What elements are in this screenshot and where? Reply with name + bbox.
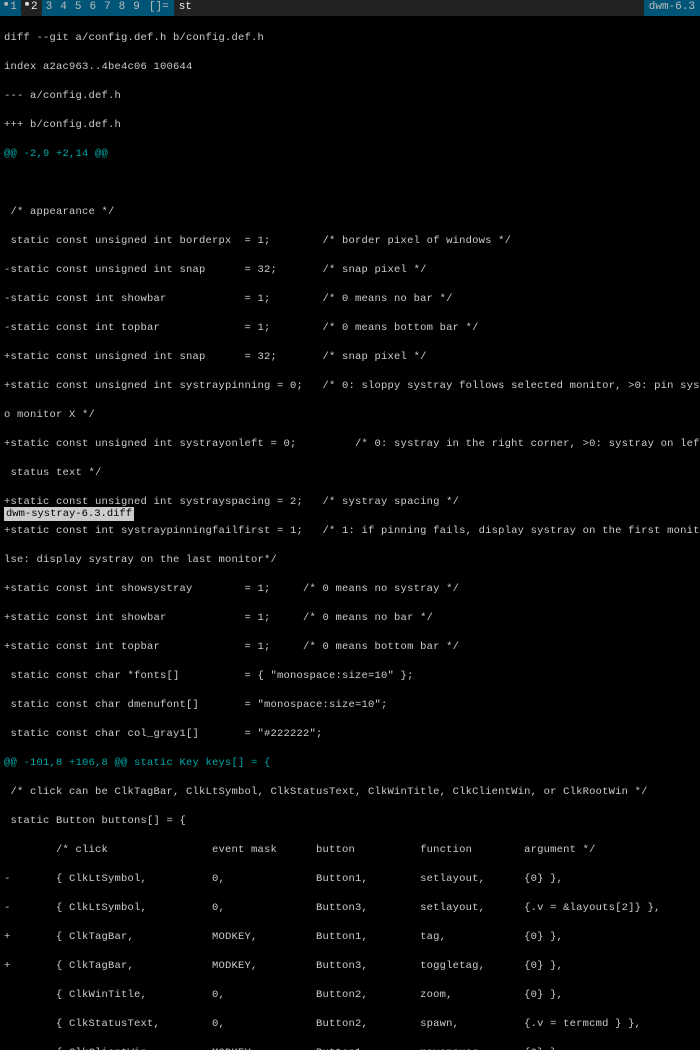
diff-hunk: @@ -2,9 +2,14 @@ bbox=[4, 147, 696, 162]
diff-add-line: +static const int systraypinningfailfirs… bbox=[4, 524, 696, 539]
tag-6[interactable]: 6 bbox=[85, 0, 100, 16]
diff-line: static const char col_gray1[] = "#222222… bbox=[4, 727, 696, 742]
diff-add-line: + { ClkTagBar, MODKEY, Button1, tag, {0}… bbox=[4, 930, 696, 945]
diff-hunk: @@ -101,8 +106,8 @@ static Key keys[] = … bbox=[4, 756, 696, 771]
pager-filename: dwm-systray-6.3.diff bbox=[4, 507, 134, 521]
tag-1[interactable]: ■1 bbox=[0, 0, 21, 16]
diff-line: index a2ac963..4be4c06 100644 bbox=[4, 60, 696, 75]
diff-line: { ClkClientWin, MODKEY, Button1, movemou… bbox=[4, 1046, 696, 1050]
tag-5[interactable]: 5 bbox=[71, 0, 86, 16]
diff-line: /* click can be ClkTagBar, ClkLtSymbol, … bbox=[4, 785, 696, 800]
diff-add-line: + { ClkTagBar, MODKEY, Button3, toggleta… bbox=[4, 959, 696, 974]
tag-3[interactable]: 3 bbox=[42, 0, 57, 16]
statusbar: ■1 ■2 3 4 5 6 7 8 9 []= st dwm-6.3 bbox=[0, 0, 700, 16]
diff-add-line: +static const unsigned int systrayonleft… bbox=[4, 437, 696, 452]
diff-line: { ClkStatusText, 0, Button2, spawn, {.v … bbox=[4, 1017, 696, 1032]
tag-7[interactable]: 7 bbox=[100, 0, 115, 16]
diff-line: static const char dmenufont[] = "monospa… bbox=[4, 698, 696, 713]
layout-symbol[interactable]: []= bbox=[144, 0, 174, 15]
diff-del-line: - { ClkLtSymbol, 0, Button1, setlayout, … bbox=[4, 872, 696, 887]
diff-add-line: +static const unsigned int snap = 32; /*… bbox=[4, 350, 696, 365]
tag-4[interactable]: 4 bbox=[56, 0, 71, 16]
diff-line: static const char *fonts[] = { "monospac… bbox=[4, 669, 696, 684]
diff-del-line: - { ClkLtSymbol, 0, Button3, setlayout, … bbox=[4, 901, 696, 916]
terminal-output: diff --git a/config.def.h b/config.def.h… bbox=[0, 16, 700, 1050]
diff-line bbox=[4, 176, 696, 191]
wm-name: dwm-6.3 bbox=[644, 0, 700, 15]
diff-add-line: status text */ bbox=[4, 466, 696, 481]
diff-del-line: -static const int topbar = 1; /* 0 means… bbox=[4, 321, 696, 336]
diff-add-line: o monitor X */ bbox=[4, 408, 696, 423]
diff-del-line: -static const int showbar = 1; /* 0 mean… bbox=[4, 292, 696, 307]
diff-line: /* appearance */ bbox=[4, 205, 696, 220]
diff-line: /* click event mask button function argu… bbox=[4, 843, 696, 858]
diff-line: --- a/config.def.h bbox=[4, 89, 696, 104]
tag-8[interactable]: 8 bbox=[115, 0, 130, 16]
diff-line: { ClkWinTitle, 0, Button2, zoom, {0} }, bbox=[4, 988, 696, 1003]
diff-add-line: lse: display systray on the last monitor… bbox=[4, 553, 696, 568]
diff-add-line: +static const unsigned int systraypinnin… bbox=[4, 379, 696, 394]
tag-2[interactable]: ■2 bbox=[21, 0, 42, 16]
diff-add-line: +static const int showsystray = 1; /* 0 … bbox=[4, 582, 696, 597]
diff-add-line: +static const int showbar = 1; /* 0 mean… bbox=[4, 611, 696, 626]
diff-line: static Button buttons[] = { bbox=[4, 814, 696, 829]
diff-line: diff --git a/config.def.h b/config.def.h bbox=[4, 31, 696, 46]
diff-line: +++ b/config.def.h bbox=[4, 118, 696, 133]
diff-line: static const unsigned int borderpx = 1; … bbox=[4, 234, 696, 249]
window-title[interactable]: st bbox=[174, 0, 644, 16]
diff-del-line: -static const unsigned int snap = 32; /*… bbox=[4, 263, 696, 278]
tag-9[interactable]: 9 bbox=[129, 0, 144, 16]
diff-add-line: +static const int topbar = 1; /* 0 means… bbox=[4, 640, 696, 655]
